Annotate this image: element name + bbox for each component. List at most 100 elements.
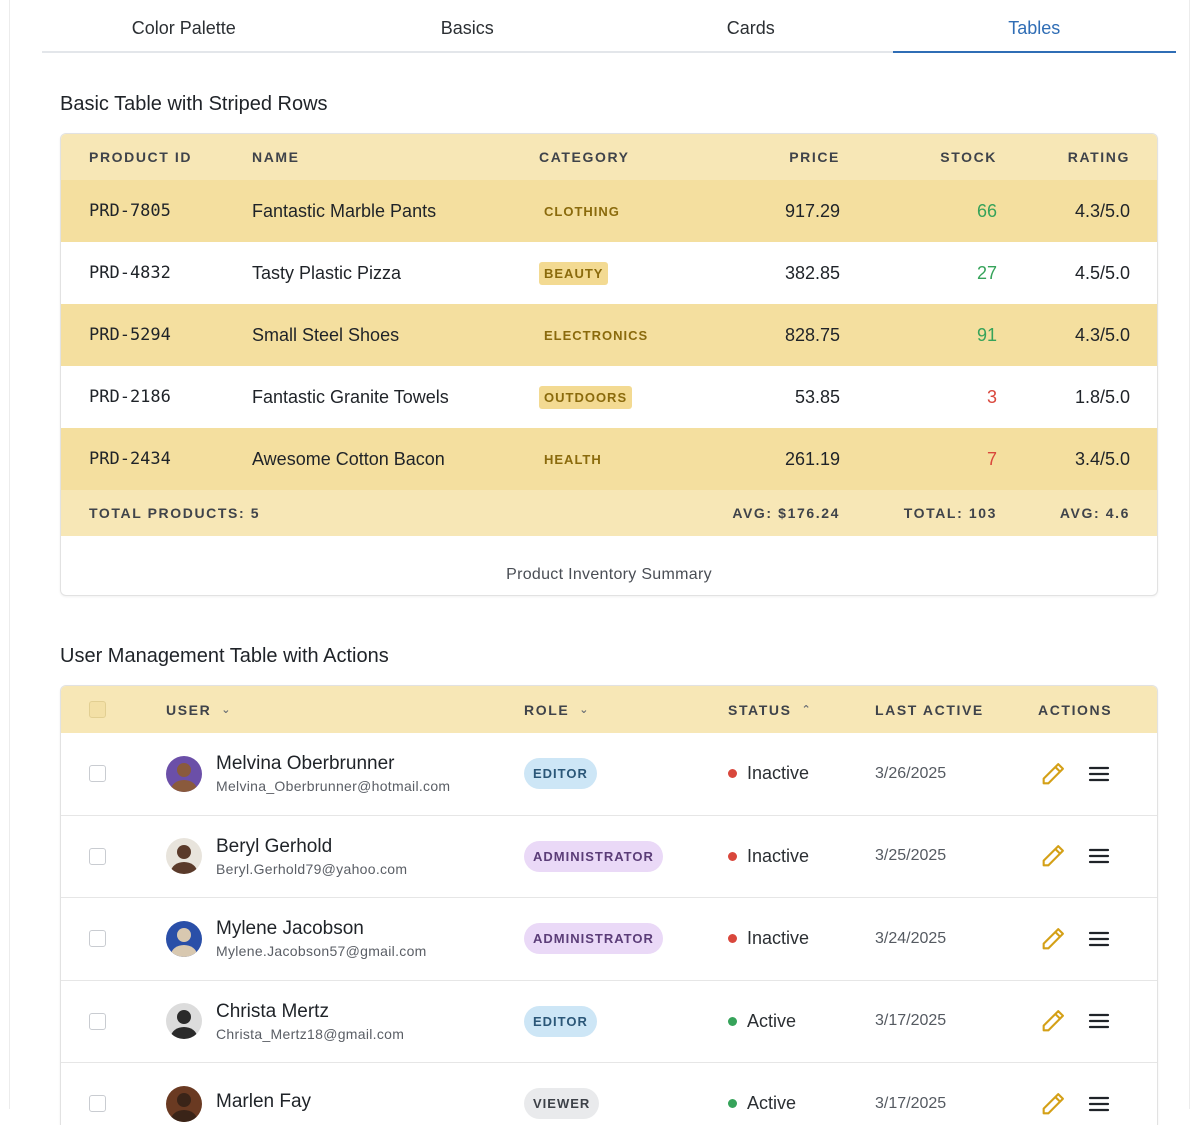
user-cell: Beryl Gerhold Beryl.Gerhold79@yahoo.com: [166, 816, 407, 898]
users-section-title: User Management Table with Actions: [60, 645, 389, 667]
menu-icon[interactable]: [1084, 1089, 1114, 1119]
row-select-cell: [89, 981, 106, 1063]
product-stock: 27: [976, 262, 997, 283]
role-badge: EDITOR: [524, 1005, 597, 1037]
col-header-last-active: LAST ACTIVE: [875, 701, 984, 718]
product-rating: 3.4/5.0: [1074, 448, 1130, 469]
product-price: 382.85: [784, 262, 840, 283]
user-info: Melvina Oberbrunner Melvina_Oberbrunner@h…: [216, 753, 450, 794]
product-stock: 3: [986, 386, 997, 407]
menu-icon[interactable]: [1084, 759, 1114, 789]
edit-pencil-icon[interactable]: [1038, 1089, 1068, 1119]
row-checkbox[interactable]: [89, 930, 106, 948]
menu-icon[interactable]: [1084, 841, 1114, 871]
row-select-cell: [89, 898, 106, 980]
status-cell: Inactive: [728, 733, 809, 815]
product-id: PRD-4832: [89, 263, 171, 283]
status-cell: Active: [728, 981, 796, 1063]
product-name: Fantastic Granite Towels: [252, 386, 449, 407]
actions-cell: [1038, 733, 1130, 815]
table-row: PRD-2186 Fantastic Granite Towels OUTDOO…: [61, 366, 1157, 428]
status-cell: Active: [728, 1063, 796, 1125]
products-table: PRODUCT ID NAME CATEGORY PRICE STOCK RAT…: [60, 133, 1158, 596]
menu-icon[interactable]: [1084, 924, 1114, 954]
row-select-cell: [89, 1063, 106, 1125]
table-caption: Product Inventory Summary: [506, 566, 712, 583]
role-cell: EDITOR: [524, 981, 597, 1063]
product-id: PRD-5294: [89, 325, 171, 345]
category-cell: OUTDOORS: [539, 366, 633, 428]
role-cell: EDITOR: [524, 733, 597, 815]
chevron-down-icon: ⌄: [221, 704, 233, 716]
product-name: Tasty Plastic Pizza: [252, 262, 402, 283]
status-dot-icon: [728, 934, 737, 944]
edit-pencil-icon[interactable]: [1038, 759, 1068, 789]
col-header-role-label: ROLE: [524, 701, 570, 718]
user-email: Christa_Mertz18@gmail.com: [216, 1025, 405, 1042]
role-badge: ADMINISTRATOR: [524, 923, 663, 955]
table-row: PRD-2434 Awesome Cotton Bacon HEALTH 261…: [61, 428, 1157, 490]
tab-color-palette[interactable]: Color Palette: [42, 0, 326, 51]
col-header-rating: RATING: [1067, 149, 1130, 165]
table-row: Mylene Jacobson Mylene.Jacobson57@gmail.c…: [61, 898, 1157, 981]
footer-total-products: TOTAL PRODUCTS: 5: [89, 505, 261, 521]
row-checkbox[interactable]: [89, 1095, 106, 1113]
col-header-product-id: PRODUCT ID: [89, 149, 193, 165]
select-all-checkbox[interactable]: [89, 701, 106, 718]
last-active: 3/17/2025: [875, 1094, 947, 1112]
edit-pencil-icon[interactable]: [1038, 924, 1068, 954]
product-stock: 91: [976, 324, 997, 345]
last-active: 3/24/2025: [875, 929, 947, 947]
col-header-role[interactable]: ROLE ⌄: [524, 686, 590, 733]
category-badge: OUTDOORS: [539, 385, 633, 409]
row-checkbox[interactable]: [89, 847, 106, 865]
users-header-row: USER ⌄ ROLE ⌄ STATUS ⌃ LAST ACTIVE ACTIONS: [61, 686, 1157, 733]
user-name: Melvina Oberbrunner: [216, 753, 395, 775]
tab-basics[interactable]: Basics: [326, 0, 610, 51]
category-badge: HEALTH: [544, 451, 602, 467]
role-badge: VIEWER: [524, 1088, 600, 1120]
edit-pencil-icon[interactable]: [1038, 841, 1068, 871]
col-header-user[interactable]: USER ⌄: [166, 686, 232, 733]
avatar: [166, 920, 202, 957]
user-name: Beryl Gerhold: [216, 835, 333, 857]
product-rating: 4.3/5.0: [1074, 324, 1130, 345]
tab-tables[interactable]: Tables: [892, 0, 1176, 53]
status-text: Inactive: [747, 928, 810, 949]
menu-icon[interactable]: [1084, 1006, 1114, 1036]
user-email: Mylene.Jacobson57@gmail.com: [216, 943, 427, 960]
edit-pencil-icon[interactable]: [1038, 1006, 1068, 1036]
col-header-status[interactable]: STATUS ⌃: [728, 686, 812, 733]
product-price: 261.19: [784, 448, 840, 469]
col-header-stock: STOCK: [940, 149, 997, 165]
page: Color Palette Basics Cards Tables Basic …: [9, 0, 1190, 1125]
product-stock: 66: [976, 200, 997, 221]
role-cell: VIEWER: [524, 1063, 600, 1125]
table-row: Marlen Fay VIEWER Active 3/17/2025: [61, 1063, 1157, 1125]
select-all-cell: [89, 686, 106, 733]
col-header-price: PRICE: [789, 149, 840, 165]
user-name: Mylene Jacobson: [216, 918, 364, 940]
category-cell: ELECTRONICS: [539, 304, 653, 366]
product-id: PRD-2186: [89, 387, 171, 407]
product-rating: 4.5/5.0: [1074, 262, 1130, 283]
user-cell: Mylene Jacobson Mylene.Jacobson57@gmail.c…: [166, 898, 427, 980]
col-header-name: NAME: [252, 149, 300, 165]
avatar: [166, 1085, 202, 1122]
row-checkbox[interactable]: [89, 765, 106, 783]
row-checkbox[interactable]: [89, 1012, 106, 1030]
row-select-cell: [89, 733, 106, 815]
user-cell: Marlen Fay: [166, 1063, 311, 1125]
product-id: PRD-7805: [89, 201, 171, 221]
user-cell: Melvina Oberbrunner Melvina_Oberbrunner@h…: [166, 733, 450, 815]
status-text: Active: [747, 1093, 797, 1114]
table-row: Melvina Oberbrunner Melvina_Oberbrunner@h…: [61, 733, 1157, 816]
status-dot-icon: [728, 769, 737, 779]
product-id: PRD-2434: [89, 449, 171, 469]
role-badge: EDITOR: [524, 758, 597, 790]
avatar: [166, 838, 202, 875]
status-text: Inactive: [747, 845, 810, 866]
product-stock: 7: [986, 448, 997, 469]
category-cell: CLOTHING: [539, 180, 625, 242]
tab-cards[interactable]: Cards: [609, 0, 893, 51]
